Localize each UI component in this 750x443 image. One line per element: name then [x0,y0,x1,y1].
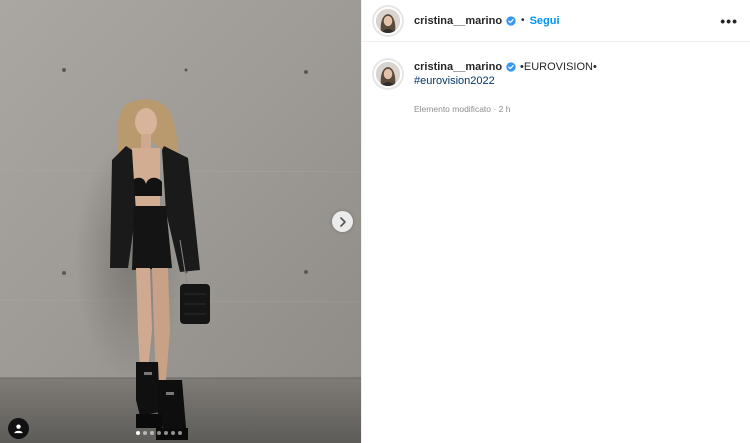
post-media[interactable] [0,0,361,443]
follow-button[interactable]: Segui [530,15,560,27]
carousel-dot [171,431,175,435]
post-header: cristina__marino • Segui ••• [362,0,750,42]
post-photo [0,0,361,443]
caption-body: •EUROVISION• [520,61,597,73]
more-options-button[interactable]: ••• [720,13,738,29]
caption-username[interactable]: cristina__marino [414,60,502,74]
hashtag-link[interactable]: #eurovision2022 [414,74,597,88]
tagged-users-button[interactable] [8,418,29,439]
avatar-image [376,62,400,86]
post-caption: cristina__marino •EUROVISION• #eurovisio… [362,42,750,116]
chevron-right-icon [339,216,346,227]
carousel-dot [143,431,147,435]
verified-badge-icon [506,15,516,26]
avatar-image [376,8,400,33]
carousel-dot [157,431,161,435]
post-sidebar: cristina__marino • Segui ••• cristina__m… [361,0,750,443]
post-time[interactable]: 2 h [499,104,511,114]
next-slide-button[interactable] [332,211,353,232]
carousel-indicator [136,431,182,435]
edited-label: Elemento modificato [414,104,492,114]
edited-separator: · [493,104,497,114]
carousel-dot [150,431,154,435]
caption-avatar[interactable] [372,58,404,90]
carousel-dot [178,431,182,435]
carousel-dot [136,431,140,435]
header-separator: • [521,15,525,26]
caption-text-block: cristina__marino •EUROVISION• #eurovisio… [414,60,597,116]
user-tag-icon [14,424,23,434]
author-username[interactable]: cristina__marino [414,15,502,27]
verified-badge-icon [506,62,516,72]
edited-timestamp: Elemento modificato · 2 h [414,102,597,116]
author-avatar[interactable] [372,4,404,37]
carousel-dot [164,431,168,435]
